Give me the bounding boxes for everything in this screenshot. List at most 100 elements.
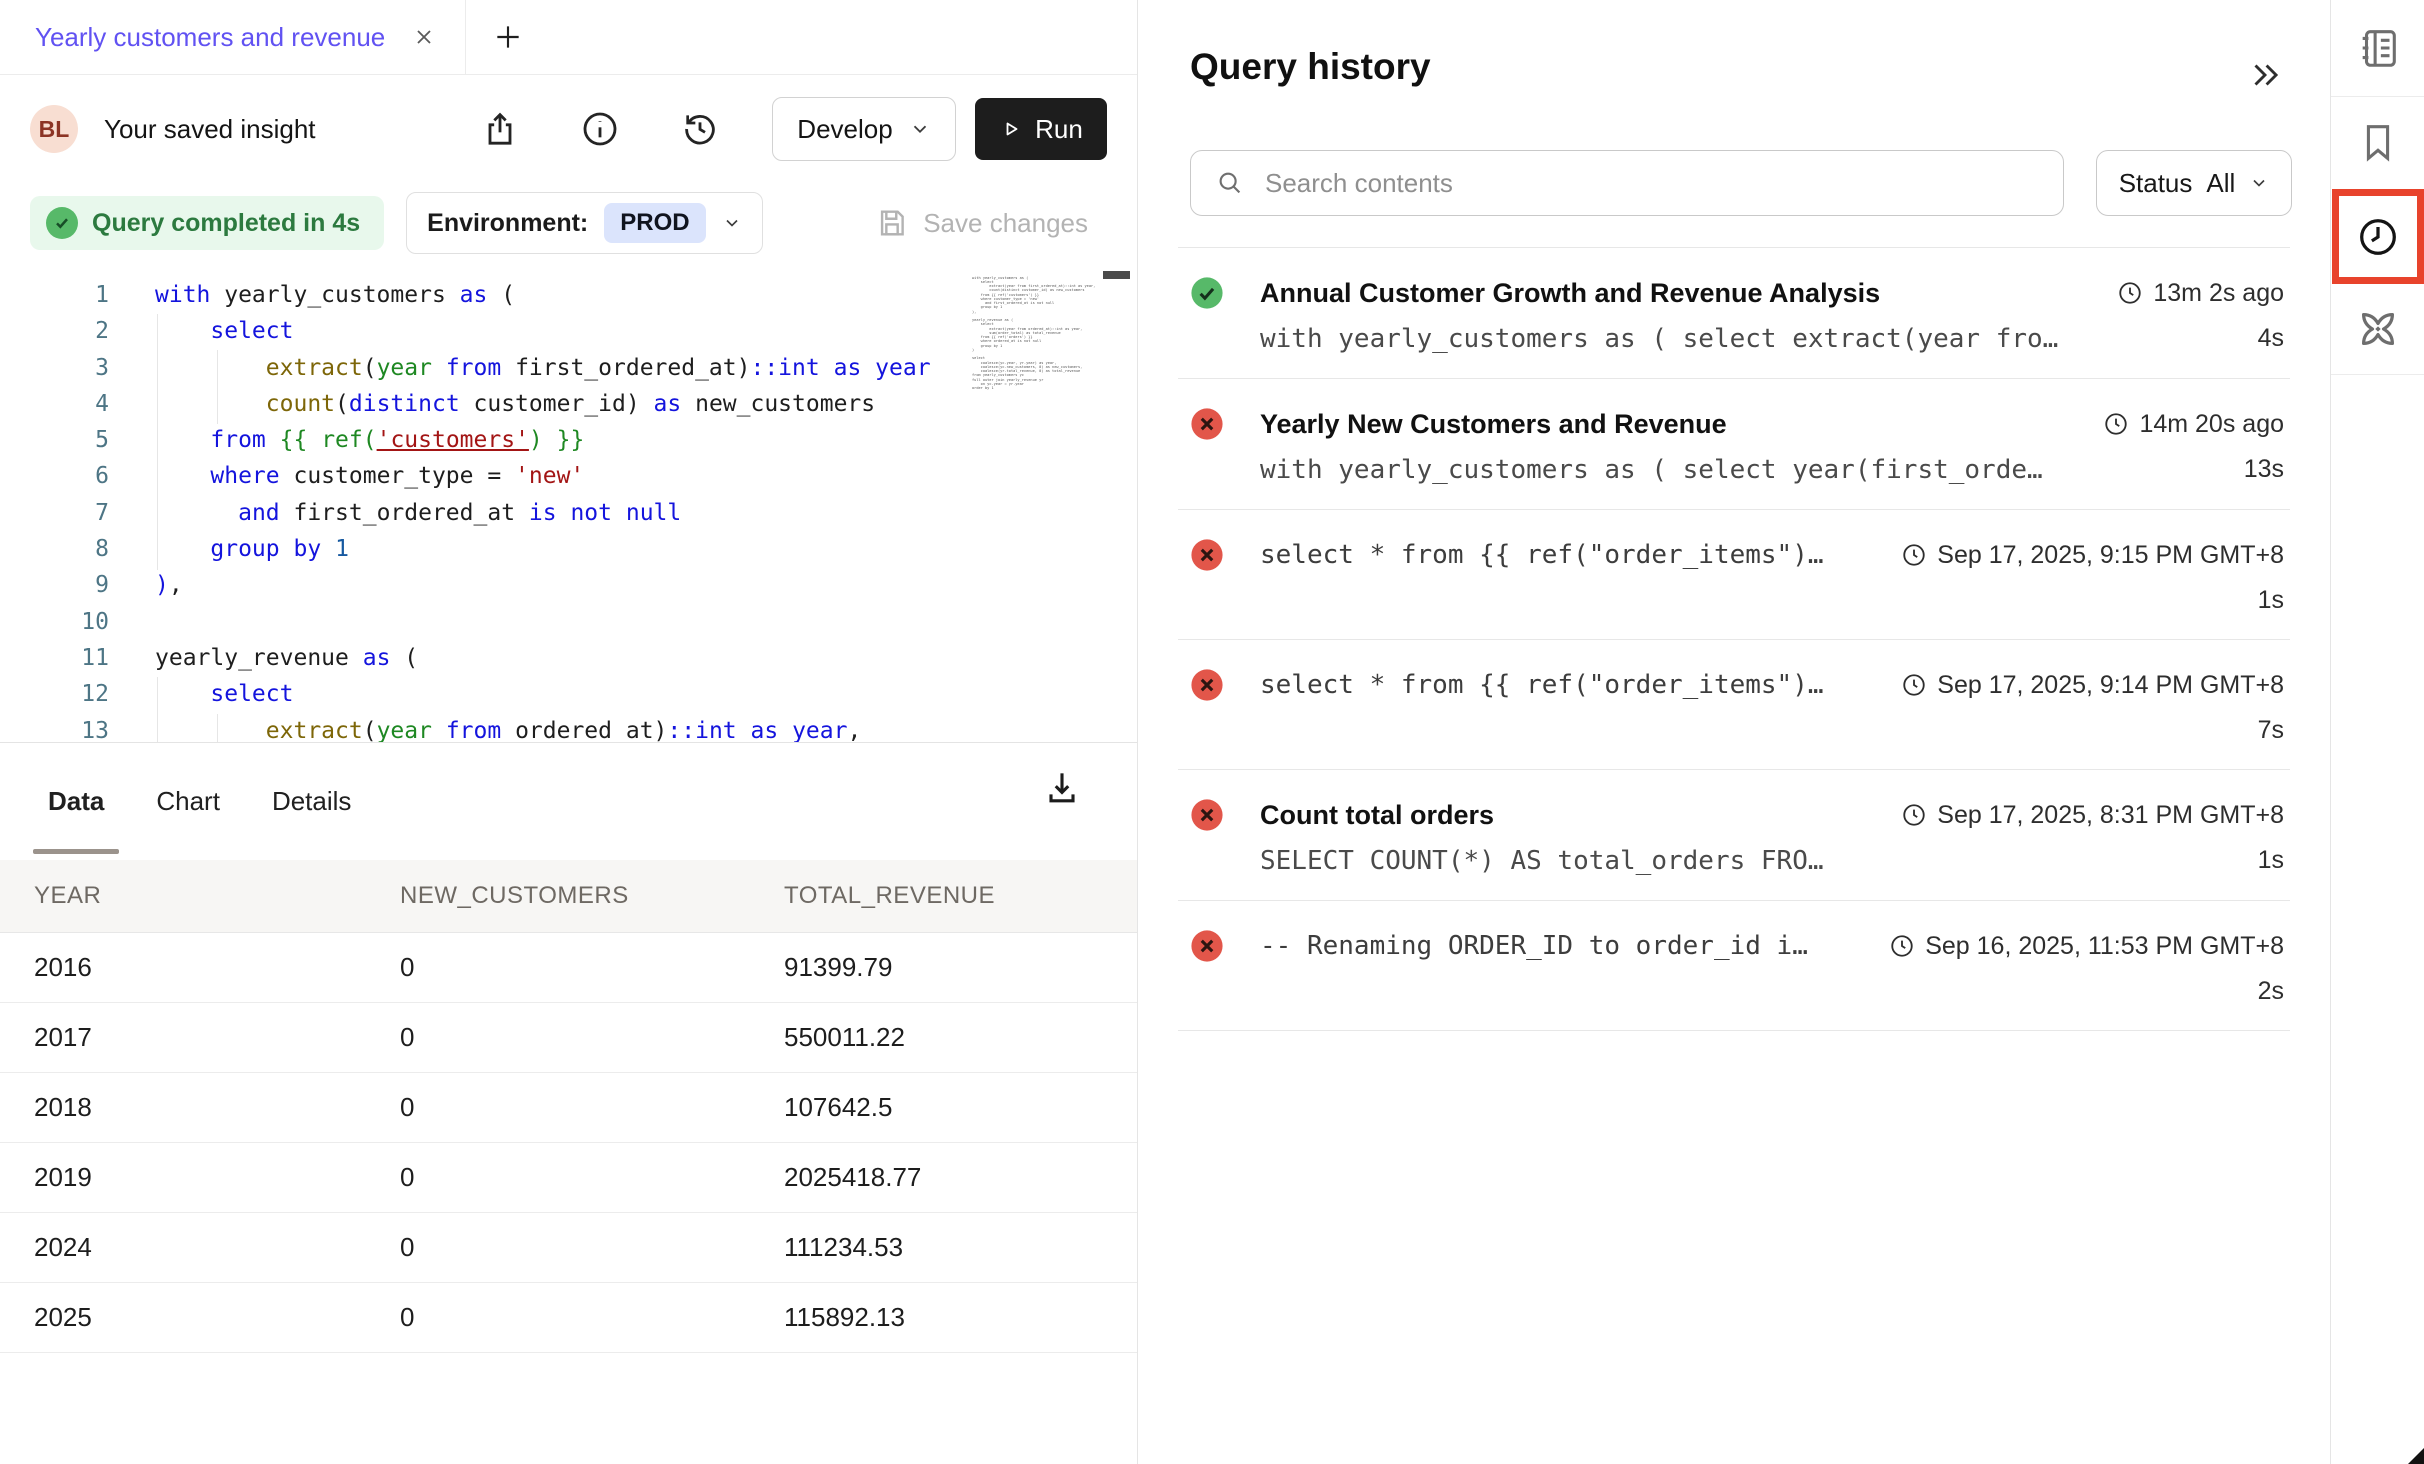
play-icon (999, 117, 1023, 141)
code-line[interactable]: 8 group by 1 (0, 531, 1137, 567)
code-line[interactable]: 5 from {{ ref('customers') }} (0, 422, 1137, 458)
line-number: 3 (0, 350, 109, 386)
line-number: 4 (0, 386, 109, 422)
status-filter-value: All (2206, 168, 2235, 199)
environment-selector[interactable]: Environment: PROD (406, 192, 762, 254)
save-changes-label: Save changes (923, 208, 1088, 239)
history-list: Annual Customer Growth and Revenue Analy… (1138, 248, 2330, 1031)
save-icon (875, 206, 909, 240)
table-cell: 2019 (34, 1162, 400, 1193)
history-item-query-preview: with yearly_customers as ( select year(f… (1260, 455, 2043, 485)
download-results-icon[interactable] (1040, 766, 1084, 810)
history-item[interactable]: Annual Customer Growth and Revenue Analy… (1178, 248, 2290, 379)
history-item-timestamp: 13m 2s ago (2117, 279, 2284, 308)
table-cell: 2024 (34, 1232, 400, 1263)
history-item[interactable]: Count total ordersSep 17, 2025, 8:31 PM … (1178, 770, 2290, 901)
code-line[interactable]: 13 extract(year from ordered_at)::int as… (0, 713, 1137, 743)
code-line[interactable]: 9), (0, 567, 1137, 603)
code-line[interactable]: 2 select (0, 313, 1137, 349)
editor-scrollbar-thumb[interactable] (1103, 271, 1130, 279)
sidebar-item-bookmarks[interactable] (2331, 97, 2424, 189)
tab-yearly-customers-and-revenue[interactable]: Yearly customers and revenue (0, 0, 465, 74)
info-icon[interactable] (578, 107, 622, 151)
code-line[interactable]: 1with yearly_customers as ( (0, 277, 1137, 313)
run-label: Run (1035, 114, 1083, 145)
run-button[interactable]: Run (975, 98, 1107, 160)
develop-label: Develop (797, 114, 892, 145)
history-item[interactable]: Yearly New Customers and Revenue 14m 20s … (1178, 379, 2290, 510)
history-item-timestamp: 14m 20s ago (2103, 410, 2284, 439)
table-cell: 2025418.77 (784, 1162, 1137, 1193)
search-icon (1215, 168, 1245, 198)
query-history-panel: Query history Status All Annual Customer… (1138, 0, 2330, 1464)
tab-data-label: Data (48, 786, 104, 817)
history-item-duration: 2s (2258, 977, 2284, 1006)
table-row[interactable]: 2016091399.79 (0, 933, 1137, 1003)
share-icon[interactable] (478, 107, 522, 151)
line-number: 7 (0, 495, 109, 531)
code-line[interactable]: 3 extract(year from first_ordered_at)::i… (0, 350, 1137, 386)
table-row[interactable]: 201902025418.77 (0, 1143, 1137, 1213)
tab-data[interactable]: Data (33, 742, 119, 860)
code-text: select (155, 313, 293, 349)
version-history-icon[interactable] (678, 107, 722, 151)
history-item-title: Count total orders (1260, 800, 1494, 831)
minimap[interactable]: with yearly_customers as ( select extrac… (972, 276, 1108, 391)
tab-divider (465, 0, 466, 74)
code-text: with yearly_customers as ( (155, 277, 515, 313)
dbt-icon (2355, 306, 2401, 352)
close-tab-icon[interactable] (411, 24, 437, 50)
history-item-duration: 7s (2258, 716, 2284, 745)
table-row[interactable]: 20180107642.5 (0, 1073, 1137, 1143)
code-text: where customer_type = 'new' (155, 458, 584, 494)
line-number: 12 (0, 676, 109, 712)
history-item-title: select * from {{ ref("order_items")… (1260, 540, 1824, 570)
line-number: 5 (0, 422, 109, 458)
table-row[interactable]: 20250115892.13 (0, 1283, 1137, 1353)
search-input[interactable] (1263, 167, 2039, 200)
code-line[interactable]: 4 count(distinct customer_id) as new_cus… (0, 386, 1137, 422)
search-box[interactable] (1190, 150, 2064, 216)
code-line[interactable]: 11yearly_revenue as ( (0, 640, 1137, 676)
query-status-text: Query completed in 4s (92, 209, 360, 238)
develop-dropdown[interactable]: Develop (772, 97, 956, 161)
history-item[interactable]: select * from {{ ref("order_items")…Sep … (1178, 510, 2290, 640)
code-line[interactable]: 6 where customer_type = 'new' (0, 458, 1137, 494)
table-cell: 107642.5 (784, 1092, 1137, 1123)
history-item-timestamp: Sep 16, 2025, 11:53 PM GMT+8 (1889, 932, 2284, 961)
table-cell: 2025 (34, 1302, 400, 1333)
sidebar-item-notebook[interactable] (2331, 0, 2424, 97)
table-row[interactable]: 20170550011.22 (0, 1003, 1137, 1073)
history-item-title: Yearly New Customers and Revenue (1260, 409, 1727, 440)
history-item[interactable]: -- Renaming ORDER_ID to order_id i…Sep 1… (1178, 901, 2290, 1031)
save-changes-button[interactable]: Save changes (875, 206, 1088, 240)
notebook-icon (2355, 25, 2401, 71)
code-text: and first_ordered_at is not null (155, 495, 681, 531)
code-line[interactable]: 12 select (0, 676, 1137, 712)
sidebar-item-query-history-active[interactable] (2332, 189, 2424, 284)
status-error-icon (1190, 798, 1224, 832)
line-number: 8 (0, 531, 109, 567)
sidebar-item-dbt[interactable] (2331, 284, 2424, 375)
results-tab-bar: Data Chart Details (0, 742, 1137, 860)
column-header[interactable]: YEAR (34, 882, 400, 910)
code-line[interactable]: 10 (0, 604, 1137, 640)
status-filter-dropdown[interactable]: Status All (2096, 150, 2292, 216)
tab-details[interactable]: Details (257, 742, 366, 860)
table-row[interactable]: 20240111234.53 (0, 1213, 1137, 1283)
column-header[interactable]: NEW_CUSTOMERS (400, 882, 784, 910)
history-item-timestamp: Sep 17, 2025, 9:14 PM GMT+8 (1901, 671, 2284, 700)
history-clock-icon (2355, 214, 2401, 260)
collapse-panel-icon[interactable] (2246, 56, 2284, 94)
tab-chart[interactable]: Chart (141, 742, 235, 860)
app-window: Yearly customers and revenue BL Your sav… (0, 0, 2424, 1464)
chevron-down-icon (722, 213, 742, 233)
new-tab-button[interactable] (488, 17, 528, 57)
code-line[interactable]: 7 and first_ordered_at is not null (0, 495, 1137, 531)
code-text: extract(year from ordered_at)::int as ye… (155, 713, 861, 743)
history-item[interactable]: select * from {{ ref("order_items")…Sep … (1178, 640, 2290, 770)
line-number: 2 (0, 313, 109, 349)
column-header[interactable]: TOTAL_REVENUE (784, 882, 1137, 910)
sql-editor[interactable]: 1with yearly_customers as (2 select3 ext… (0, 262, 1137, 743)
query-status-bar: Query completed in 4s Environment: PROD … (0, 184, 1137, 262)
